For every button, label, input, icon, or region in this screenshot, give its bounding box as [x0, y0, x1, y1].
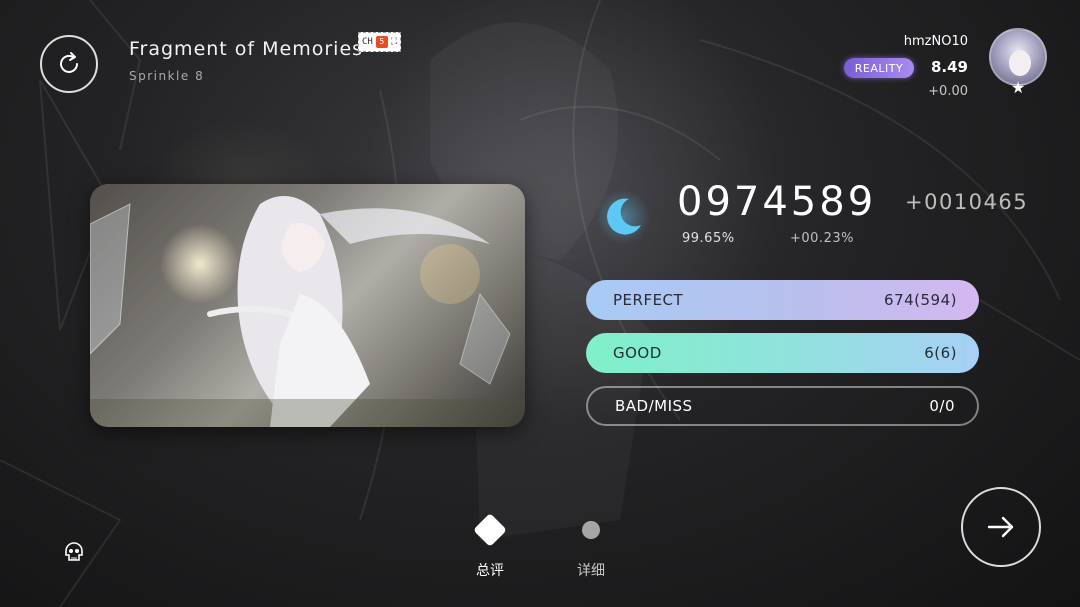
tab-detail[interactable]: 详细: [561, 510, 621, 580]
judgement-label: GOOD: [613, 344, 662, 362]
tab-summary[interactable]: 总评: [460, 510, 520, 580]
accuracy: 99.65%: [682, 231, 735, 246]
judgement-value: 6(6): [924, 344, 957, 362]
fullscreen-icon: ⛶: [390, 37, 398, 47]
retry-icon: [60, 52, 78, 73]
judgement-good: GOOD 6(6): [586, 333, 979, 373]
judgement-value: 0/0: [929, 397, 955, 415]
dot-icon: [582, 521, 600, 539]
rank-badge: REALITY: [844, 58, 914, 78]
score-delta: +0010465: [905, 190, 1029, 214]
song-badge: CH 5 ⛶: [358, 32, 402, 52]
song-title: Fragment of Memories: [129, 38, 364, 60]
judgement-label: PERFECT: [613, 291, 684, 309]
arrow-right-icon: [987, 516, 1014, 538]
accuracy-delta: +00.23%: [790, 231, 854, 246]
star-icon: ★: [1011, 78, 1026, 97]
retry-button[interactable]: [40, 35, 98, 93]
score: 0974589: [677, 179, 877, 225]
judgement-perfect: PERFECT 674(594): [586, 280, 979, 320]
badge-text: CH: [362, 37, 373, 47]
diamond-icon: [473, 513, 507, 547]
player-rating: 8.49: [930, 58, 968, 76]
html5-icon: 5: [375, 36, 388, 48]
player-name: hmzNO10: [903, 34, 968, 49]
judgement-label: BAD/MISS: [615, 397, 693, 415]
judgement-value: 674(594): [884, 291, 957, 309]
moon-icon: [596, 190, 650, 244]
tab-label: 总评: [476, 563, 504, 579]
song-illustration: [90, 184, 525, 427]
judgement-bad-miss: BAD/MISS 0/0: [586, 386, 979, 426]
tab-label: 详细: [577, 563, 605, 579]
rating-delta: +0.00: [928, 84, 968, 99]
skull-icon[interactable]: [63, 541, 85, 563]
song-difficulty: Sprinkle 8: [129, 69, 205, 83]
next-button[interactable]: [961, 487, 1041, 567]
